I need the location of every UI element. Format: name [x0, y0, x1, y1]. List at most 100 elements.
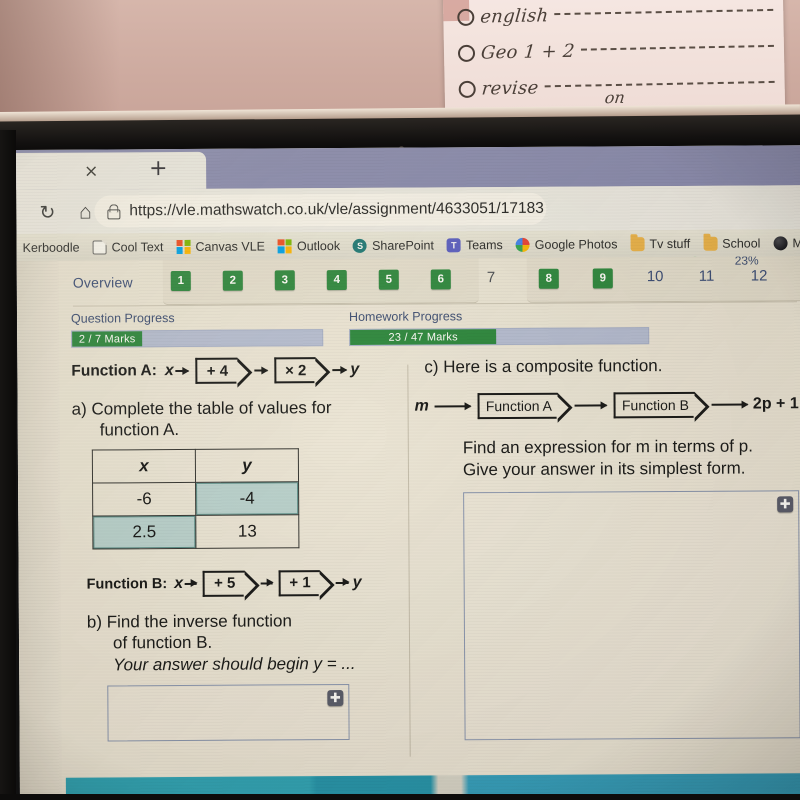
part-b-line2: of function B. [112, 633, 213, 653]
monitor-bezel-left [0, 130, 16, 800]
bookmark-label: Kerboodle [22, 240, 80, 255]
table-answer-cell[interactable]: 2.5 [92, 515, 196, 549]
bookmark-canvas-vle[interactable]: Canvas VLE [172, 239, 269, 254]
part-c-answer-box[interactable]: ✚ [463, 490, 800, 741]
trophy-percent: 23% [734, 256, 759, 268]
table-cell: -6 [92, 482, 196, 516]
function-b-input: x [174, 574, 184, 592]
microsoft-icon [277, 238, 293, 253]
reload-icon[interactable]: ↻ [34, 200, 60, 226]
column-divider [407, 364, 411, 757]
note-text: Geo 1 + 2 [480, 40, 576, 64]
check-icon: ✓ [688, 256, 713, 268]
document-icon [92, 239, 107, 255]
bookmark-label: Teams [465, 237, 503, 252]
note-dotted-rule [580, 44, 774, 51]
question-tab-11[interactable]: 11 [699, 268, 715, 285]
arrow-icon [332, 368, 347, 372]
function-a-output: y [350, 360, 360, 378]
insert-math-icon[interactable]: ✚ [327, 690, 344, 707]
bookmark-mymaths[interactable]: MyMaths [769, 235, 800, 250]
bookmark-label: Google Photos [534, 236, 618, 252]
browser-tab-strip: ch × + [16, 145, 800, 191]
insert-math-icon[interactable]: ✚ [777, 496, 794, 513]
part-a-line2: function A. [99, 420, 180, 440]
question-tab-5[interactable]: 5 [378, 269, 399, 290]
question-tab-3[interactable]: 3 [274, 270, 295, 291]
note-line: english [457, 1, 774, 28]
arrow-icon [185, 582, 198, 585]
values-table: x y -6 -4 2.5 13 [92, 448, 300, 549]
overview-link[interactable]: Overview [73, 274, 133, 290]
homework-progress-value: 23 / 47 Marks [388, 330, 458, 344]
assignment-panel: Overview 1234567891011121 Question Progr… [58, 256, 800, 800]
monitor-bezel-bottom [0, 794, 800, 800]
function-b-machine: Function B: x + 5 + 1 y [87, 569, 407, 597]
composite-box-1: Function A [477, 393, 559, 420]
function-a-op-2: × 2 [273, 357, 316, 384]
microsoft-icon [176, 239, 191, 254]
part-b-answer-box[interactable]: ✚ [107, 684, 350, 742]
table-header-row: xy [92, 448, 299, 483]
table-answer-cell[interactable]: -4 [195, 481, 299, 516]
note-extra-text: on [603, 87, 626, 108]
question-tab-8[interactable]: 8 [538, 268, 559, 289]
function-b-label: Function B: [86, 575, 168, 593]
question-tab-1[interactable]: 1 [170, 270, 191, 292]
bookmark-label: Canvas VLE [195, 238, 266, 254]
function-b-op-2: + 1 [278, 569, 320, 597]
folder-icon [630, 236, 645, 251]
arrow-icon [711, 403, 748, 407]
bookmark-school[interactable]: School [699, 236, 764, 251]
note-line: Geo 1 + 2 [457, 37, 774, 64]
question-tab-9[interactable]: 9 [592, 268, 613, 289]
question-tab-6[interactable]: 6 [430, 269, 451, 290]
function-a-machine: Function A: x + 4 × 2 y [71, 357, 405, 385]
table-header-y: y [195, 448, 299, 483]
question-progress-fill: 2 / 7 Marks [72, 331, 143, 347]
question-progress-value: 2 / 7 Marks [78, 332, 136, 346]
function-a-input: x [164, 362, 174, 380]
note-bullet-icon [457, 8, 475, 26]
arrow-icon [254, 369, 268, 372]
composite-output: 2p + 1 [752, 395, 799, 413]
note-text: english [479, 5, 550, 28]
bookmark-cool-text[interactable]: Cool Text [89, 239, 168, 255]
function-a-label: Function A: [71, 362, 157, 380]
question-left-column: Function A: x + 4 × 2 y a) Complete the … [59, 357, 407, 742]
url-text: https://vle.mathswatch.co.uk/vle/assignm… [129, 199, 544, 220]
question-tab-7[interactable]: 7 [487, 269, 495, 286]
close-icon[interactable]: × [84, 161, 98, 181]
bookmark-teams[interactable]: T Teams [443, 238, 507, 252]
question-tab-2[interactable]: 2 [222, 270, 243, 291]
bookmark-kerboodle[interactable]: Kerboodle [19, 240, 84, 254]
question-progress-bar: 2 / 7 Marks [71, 329, 324, 348]
question-tab-12[interactable]: 12 [751, 267, 768, 284]
teams-icon: T [446, 237, 461, 252]
bookmark-outlook[interactable]: Outlook [274, 238, 344, 253]
part-b-line1: b) Find the inverse function [86, 611, 293, 632]
bookmark-sharepoint[interactable]: S SharePoint [349, 238, 438, 253]
part-a-line1: a) Complete the table of values for [71, 398, 332, 419]
monitor-screen: ch × + ↻ ⌂ https://vle.mathswatch.co.uk/… [16, 145, 800, 800]
part-c-line1: Find an expression for m in terms of p. [462, 436, 753, 458]
arrow-icon [335, 581, 349, 584]
function-b-output: y [352, 573, 362, 591]
browser-toolbar: ↻ ⌂ https://vle.mathswatch.co.uk/vle/ass… [16, 185, 800, 234]
note-bullet-icon [457, 44, 476, 62]
bookmark-google-photos[interactable]: Google Photos [512, 237, 622, 252]
address-bar[interactable]: https://vle.mathswatch.co.uk/vle/assignm… [94, 192, 547, 228]
google-photos-icon [515, 237, 530, 252]
note-dotted-rule [554, 8, 774, 16]
browser-tab[interactable]: ch × [16, 151, 207, 191]
question-progress-label: Question Progress [70, 311, 175, 326]
arrow-icon [434, 405, 471, 408]
function-a-op-1: + 4 [195, 357, 238, 384]
question-tab-10[interactable]: 10 [647, 268, 664, 285]
page-gutter [16, 260, 62, 800]
bookmark-tv-stuff[interactable]: Tv stuff [626, 236, 694, 251]
new-tab-icon[interactable]: + [149, 156, 168, 181]
bookmark-label: SharePoint [372, 237, 434, 253]
question-tab-4[interactable]: 4 [326, 269, 347, 291]
composite-box-2: Function B [613, 392, 695, 419]
